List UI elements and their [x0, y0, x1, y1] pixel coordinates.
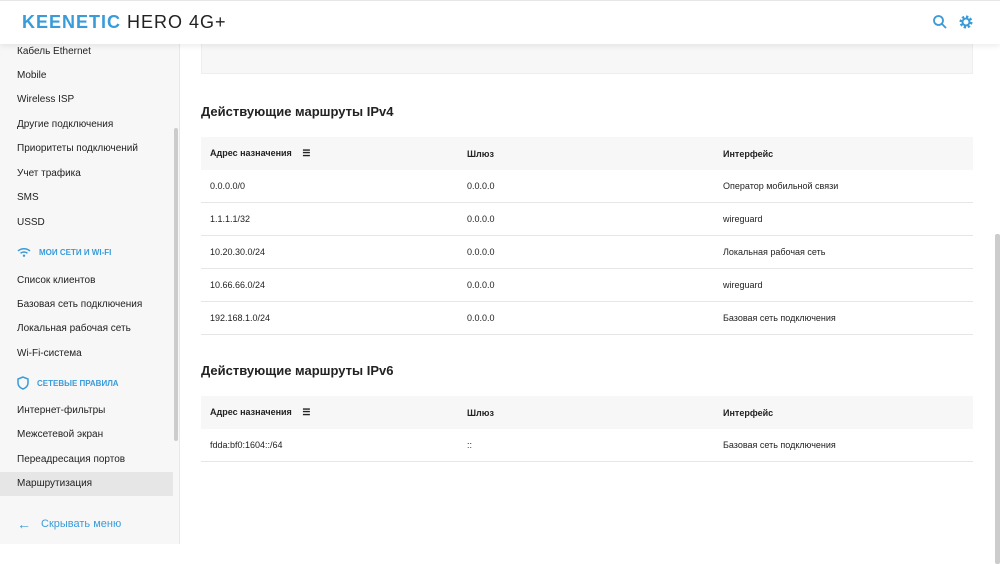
table-cell: 10.66.66.0/24 — [201, 280, 458, 290]
table-cell: 192.168.1.0/24 — [201, 313, 458, 323]
sidebar-scrollbar[interactable] — [174, 128, 178, 441]
sidebar-item[interactable]: SMS — [0, 186, 173, 210]
logo[interactable]: KEENETIC HERO 4G+ — [22, 12, 227, 33]
arrow-left-icon: ← — [17, 516, 31, 532]
col-interface: Интерфейс — [715, 149, 773, 159]
ipv6-title: Действующие маршруты IPv6 — [201, 363, 393, 378]
table-cell: 0.0.0.0/0 — [201, 181, 458, 191]
gear-icon[interactable] — [958, 14, 974, 30]
shield-icon — [17, 376, 29, 390]
table-row: fdda:bf0:1604::/64::Базовая сеть подключ… — [201, 429, 973, 462]
table-row: 10.20.30.0/240.0.0.0Локальная рабочая се… — [201, 236, 973, 269]
sidebar-item[interactable]: Другие подключения — [0, 113, 173, 137]
table-cell: 0.0.0.0 — [458, 313, 715, 323]
sidebar-item[interactable]: Mobile — [0, 64, 173, 88]
previous-panel — [201, 44, 973, 74]
table-row: 1.1.1.1/320.0.0.0wireguard — [201, 203, 973, 236]
ipv4-table: Адрес назначения ☰ Шлюз Интерфейс 0.0.0.… — [201, 137, 973, 335]
table-cell: 0.0.0.0 — [458, 181, 715, 191]
wifi-icon — [17, 247, 31, 257]
header: KEENETIC HERO 4G+ — [0, 0, 1000, 44]
ipv4-title: Действующие маршруты IPv4 — [201, 104, 393, 119]
sidebar: Кабель Ethernet Mobile Wireless ISP Друг… — [0, 44, 180, 544]
table-cell: :: — [458, 440, 715, 450]
table-cell: 0.0.0.0 — [458, 247, 715, 257]
table-cell: 0.0.0.0 — [458, 214, 715, 224]
main-content: Действующие маршруты IPv4 Адрес назначен… — [180, 44, 1000, 544]
sidebar-item[interactable]: USSD — [0, 211, 173, 235]
sort-icon[interactable]: ☰ — [302, 407, 310, 417]
sort-icon[interactable]: ☰ — [302, 148, 310, 158]
sidebar-item[interactable]: Учет трафика — [0, 162, 173, 186]
main-scrollbar[interactable] — [995, 234, 1000, 564]
table-cell: Базовая сеть подключения — [715, 313, 836, 323]
sidebar-item[interactable]: Базовая сеть подключения — [0, 293, 173, 317]
table-cell: 1.1.1.1/32 — [201, 214, 458, 224]
table-row: 10.66.66.0/240.0.0.0wireguard — [201, 269, 973, 302]
sidebar-item[interactable]: Wi-Fi-система — [0, 342, 173, 366]
table-cell: Локальная рабочая сеть — [715, 247, 825, 257]
col-interface: Интерфейс — [715, 408, 773, 418]
sidebar-item[interactable]: Интернет-фильтры — [0, 399, 173, 423]
section-rules: СЕТЕВЫЕ ПРАВИЛА — [17, 376, 119, 390]
ipv6-table: Адрес назначения ☰ Шлюз Интерфейс fdda:b… — [201, 396, 973, 462]
sidebar-item[interactable]: Список клиентов — [0, 269, 173, 293]
col-gateway: Шлюз — [458, 149, 715, 159]
sidebar-item[interactable]: Wireless ISP — [0, 88, 173, 112]
col-destination[interactable]: Адрес назначения ☰ — [201, 407, 458, 418]
section-wifi: МОИ СЕТИ И WI-FI — [17, 247, 111, 257]
hide-menu-button[interactable]: ← Скрывать меню — [17, 516, 121, 532]
sidebar-item-active[interactable]: Маршрутизация — [0, 472, 173, 496]
table-cell: wireguard — [715, 280, 763, 290]
table-cell: fdda:bf0:1604::/64 — [201, 440, 458, 450]
table-cell: Оператор мобильной связи — [715, 181, 838, 191]
sidebar-item[interactable]: Переадресация портов — [0, 448, 173, 472]
col-gateway: Шлюз — [458, 408, 715, 418]
sidebar-item[interactable]: Локальная рабочая сеть — [0, 317, 173, 341]
sidebar-item[interactable]: Приоритеты подключений — [0, 137, 173, 161]
table-cell: wireguard — [715, 214, 763, 224]
table-cell: 10.20.30.0/24 — [201, 247, 458, 257]
table-cell: Базовая сеть подключения — [715, 440, 836, 450]
search-icon[interactable] — [932, 14, 948, 30]
table-cell: 0.0.0.0 — [458, 280, 715, 290]
table-row: 192.168.1.0/240.0.0.0Базовая сеть подклю… — [201, 302, 973, 335]
col-destination[interactable]: Адрес назначения ☰ — [201, 148, 458, 159]
table-row: 0.0.0.0/00.0.0.0Оператор мобильной связи — [201, 170, 973, 203]
sidebar-item[interactable]: Межсетевой экран — [0, 423, 173, 447]
